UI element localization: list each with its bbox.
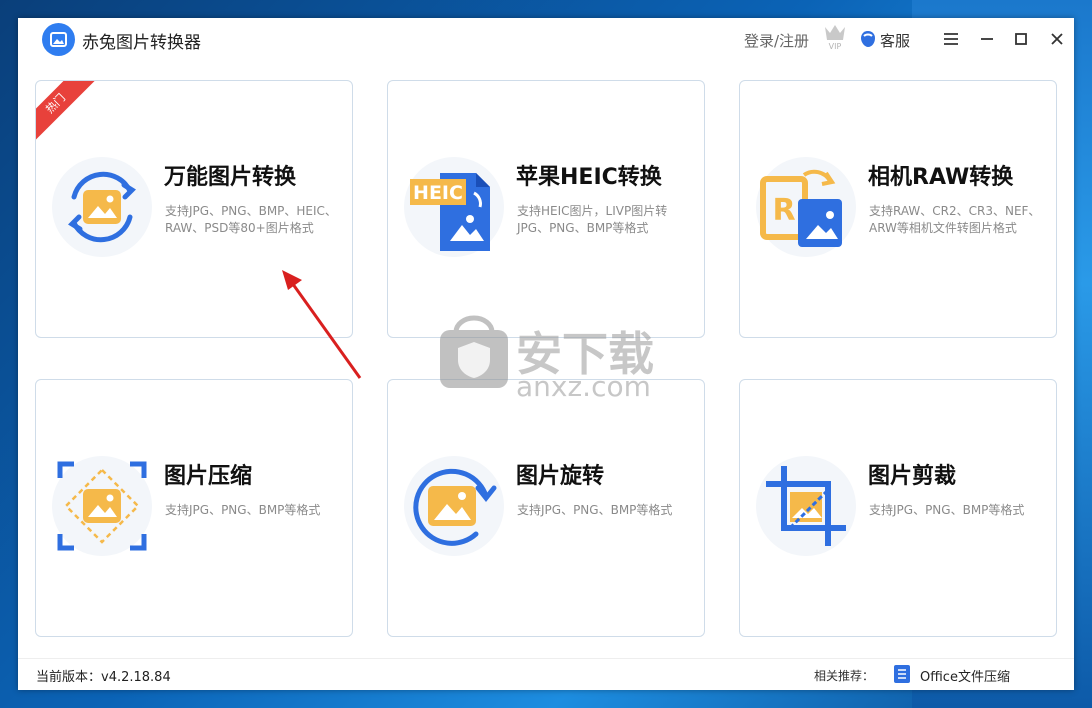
rotate-card[interactable]: 图片旋转 支持JPG、PNG、BMP等格式 <box>387 379 705 637</box>
svg-text:VIP: VIP <box>829 42 842 51</box>
title-bar: 赤兔图片转换器 登录/注册 VIP 客服 <box>18 18 1074 62</box>
version-label: 当前版本：v4.2.18.84 <box>36 670 171 685</box>
rotate-icon <box>404 456 504 556</box>
app-logo-icon <box>42 23 75 56</box>
login-register-link[interactable]: 登录/注册 <box>744 30 809 51</box>
close-icon[interactable] <box>1046 28 1068 50</box>
footer-bar: 当前版本：v4.2.18.84 相关推荐： Office文件压缩 <box>18 658 1074 691</box>
heic-file-icon: HEIC <box>404 157 504 257</box>
card-description: 支持JPG、PNG、BMP、HEIC、RAW、PSD等80+图片格式 <box>165 204 337 235</box>
card-title: 万能图片转换 <box>164 165 297 190</box>
card-title: 图片旋转 <box>516 464 605 489</box>
heic-convert-card[interactable]: HEIC 苹果HEIC转换 支持HEIC图片，LIVP图片转JPG、PNG、BM… <box>387 80 705 338</box>
svg-text:R: R <box>772 193 795 228</box>
card-title: 图片压缩 <box>164 464 253 489</box>
crop-card[interactable]: 图片剪裁 支持JPG、PNG、BMP等格式 <box>739 379 1057 637</box>
office-app-icon[interactable] <box>894 665 910 683</box>
minimize-icon[interactable] <box>976 28 998 50</box>
card-title: 相机RAW转换 <box>868 165 1014 190</box>
card-title: 苹果HEIC转换 <box>516 165 662 190</box>
crop-icon <box>756 456 856 556</box>
vip-crown-icon[interactable]: VIP <box>822 23 848 55</box>
related-label: 相关推荐： <box>814 669 875 683</box>
watermark-url: anxz.com <box>516 370 651 403</box>
convert-cycle-icon <box>52 157 152 257</box>
office-compress-link[interactable]: Office文件压缩 <box>920 666 1010 685</box>
card-description: 支持HEIC图片，LIVP图片转JPG、PNG、BMP等格式 <box>517 204 668 235</box>
annotation-arrow <box>282 270 362 379</box>
hot-badge: 热门 <box>36 81 97 145</box>
app-window: 赤兔图片转换器 登录/注册 VIP 客服 热门 万能图片转换 支持JPG、PNG… <box>18 18 1074 690</box>
card-title: 图片剪裁 <box>868 464 957 489</box>
raw-file-icon: R <box>756 157 856 257</box>
compress-icon <box>52 456 152 556</box>
card-description: 支持RAW、CR2、CR3、NEF、ARW等相机文件转图片格式 <box>869 204 1041 235</box>
raw-convert-card[interactable]: R 相机RAW转换 支持RAW、CR2、CR3、NEF、ARW等相机文件转图片格… <box>739 80 1057 338</box>
card-description: 支持JPG、PNG、BMP等格式 <box>869 503 1025 517</box>
watermark-bag-icon <box>440 315 508 388</box>
maximize-icon[interactable] <box>1010 28 1032 50</box>
compress-card[interactable]: 图片压缩 支持JPG、PNG、BMP等格式 <box>35 379 353 637</box>
svg-text:HEIC: HEIC <box>413 182 463 204</box>
card-description: 支持JPG、PNG、BMP等格式 <box>517 503 673 517</box>
menu-icon[interactable] <box>940 28 962 50</box>
service-link[interactable]: 客服 <box>880 30 910 51</box>
card-description: 支持JPG、PNG、BMP等格式 <box>165 503 321 517</box>
app-title: 赤兔图片转换器 <box>82 33 201 53</box>
service-icon[interactable] <box>860 30 876 52</box>
